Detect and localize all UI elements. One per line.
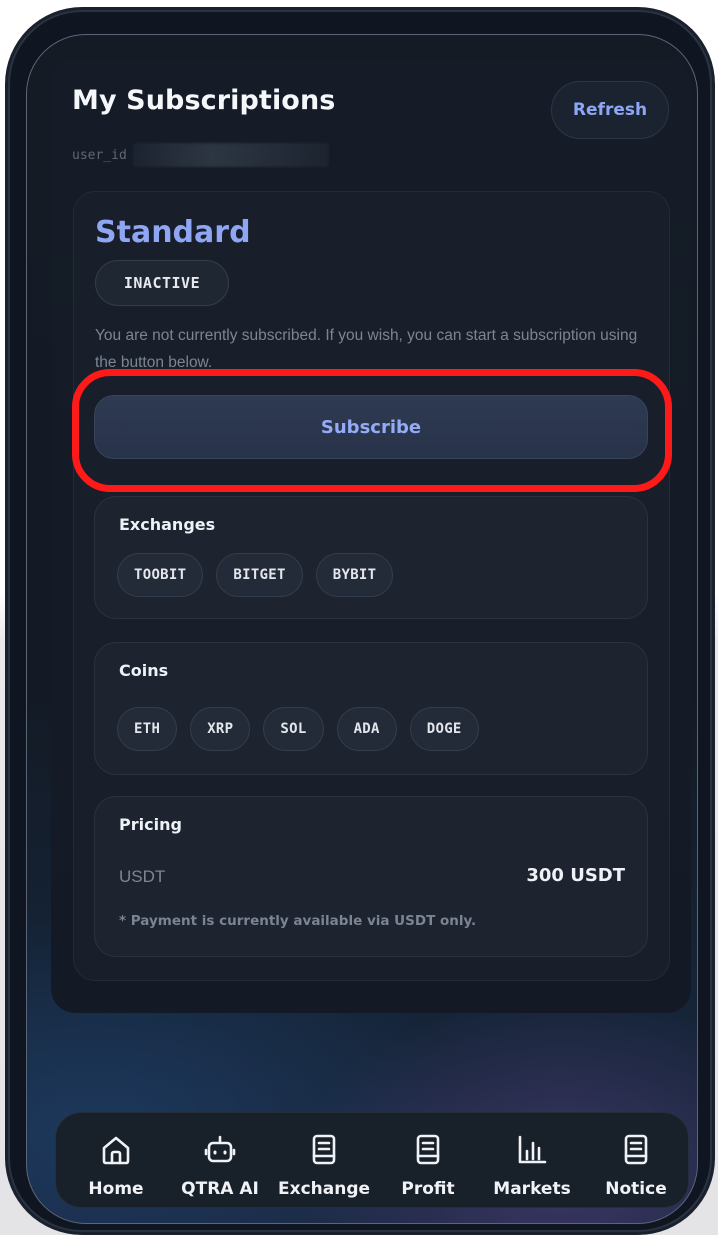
pricing-section: Pricing USDT 300 USDT * Payment is curre…: [94, 796, 648, 957]
bottom-nav: Home QTRA AI Exchange Profit Markets Not…: [55, 1112, 689, 1208]
nav-label-exchange: Exchange: [277, 1179, 371, 1199]
coin-chip: ETH: [117, 707, 178, 751]
nav-label-home: Home: [88, 1179, 144, 1199]
nav-item-qtra-ai[interactable]: QTRA AI: [168, 1113, 272, 1207]
coin-chip: ADA: [336, 707, 397, 751]
exchanges-title: Exchanges: [119, 515, 216, 534]
plan-name: Standard: [95, 215, 251, 250]
plan-description: You are not currently subscribed. If you…: [95, 327, 638, 371]
coins-section: Coins ETH XRP SOL ADA DOGE: [94, 642, 648, 775]
exchanges-chips: TOOBIT BITGET BYBIT: [117, 553, 394, 597]
nav-item-notice[interactable]: Notice: [584, 1113, 688, 1207]
pricing-title: Pricing: [119, 815, 182, 834]
nav-item-exchange[interactable]: Exchange: [272, 1113, 376, 1207]
exchanges-section: Exchanges TOOBIT BITGET BYBIT: [94, 496, 648, 619]
nav-item-markets[interactable]: Markets: [480, 1113, 584, 1207]
nav-item-home[interactable]: Home: [64, 1113, 168, 1207]
status-badge: INACTIVE: [95, 260, 229, 306]
app-screen: My Subscriptions user_id Refresh Standar…: [26, 34, 698, 1224]
bar-chart-icon: [518, 1135, 547, 1164]
robot-icon: [204, 1135, 236, 1163]
user-id-row: user_id: [72, 142, 329, 168]
user-id-label: user_id: [72, 147, 127, 163]
nav-label-notice: Notice: [605, 1179, 667, 1199]
coins-chips: ETH XRP SOL ADA DOGE: [117, 707, 479, 751]
nav-item-profit[interactable]: Profit: [376, 1113, 480, 1207]
user-id-value-redacted: [132, 143, 329, 167]
exchange-chip: TOOBIT: [117, 553, 204, 597]
phone-frame: My Subscriptions user_id Refresh Standar…: [8, 10, 712, 1232]
nav-label-profit: Profit: [401, 1179, 455, 1199]
document-icon: [312, 1134, 336, 1165]
document-icon: [624, 1134, 648, 1165]
exchange-chip: BYBIT: [315, 553, 394, 597]
nav-label-markets: Markets: [493, 1179, 571, 1199]
exchange-chip: BITGET: [216, 553, 303, 597]
coins-title: Coins: [119, 661, 169, 680]
subscribe-button[interactable]: Subscribe: [94, 395, 648, 459]
nav-label-qtra-ai: QTRA AI: [181, 1179, 259, 1199]
coin-chip: SOL: [263, 707, 324, 751]
price-currency-label: USDT: [119, 867, 166, 886]
payment-note: * Payment is currently available via USD…: [119, 913, 477, 929]
coin-chip: XRP: [190, 707, 251, 751]
home-icon: [102, 1136, 130, 1165]
coin-chip: DOGE: [409, 707, 479, 751]
price-amount: 300 USDT: [526, 865, 625, 886]
document-icon: [416, 1134, 440, 1165]
page-title: My Subscriptions: [72, 85, 336, 116]
refresh-button[interactable]: Refresh: [551, 81, 669, 139]
